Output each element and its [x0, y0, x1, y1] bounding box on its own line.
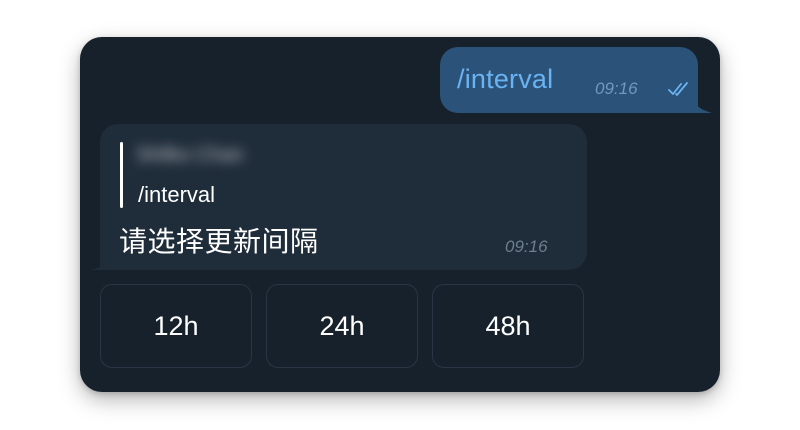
incoming-message-time: 09:16: [505, 237, 548, 256]
outgoing-message-text: /interval: [457, 64, 554, 94]
outgoing-bubble-tail: [690, 93, 712, 113]
incoming-message-bubble[interactable]: Shilko Chan /interval 请选择更新间隔 09:16: [100, 124, 587, 270]
reply-sender-name: Shilko Chan: [136, 144, 244, 166]
incoming-bubble-tail: [91, 250, 113, 270]
interval-48h-button[interactable]: 48h: [432, 284, 584, 368]
chat-window: /interval 09:16 Shilko Chan /interval 请选…: [80, 37, 720, 392]
interval-12h-button[interactable]: 12h: [100, 284, 252, 368]
double-check-icon: [668, 82, 688, 96]
reply-quote-bar: [120, 142, 123, 208]
interval-24h-button[interactable]: 24h: [266, 284, 418, 368]
incoming-message-text: 请选择更新间隔: [119, 225, 319, 258]
outgoing-message-bubble[interactable]: /interval 09:16: [440, 47, 698, 113]
reply-quote-text: /interval: [138, 182, 216, 207]
outgoing-message-time: 09:16: [595, 79, 638, 98]
